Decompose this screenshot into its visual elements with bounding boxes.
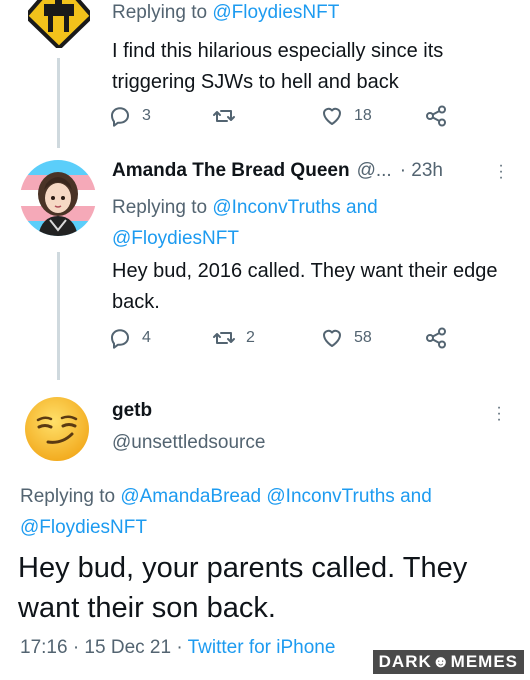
tweet-actions: 3 18 xyxy=(108,104,468,134)
reply-count: 3 xyxy=(142,107,151,124)
mention-link[interactable]: @FloydiesNFT xyxy=(112,228,239,249)
share-icon xyxy=(426,327,446,349)
replying-label: Replying to xyxy=(112,197,213,218)
mention-link[interactable]: @FloydiesNFT xyxy=(20,517,147,538)
user-handle[interactable]: @... xyxy=(357,160,392,182)
share-button[interactable] xyxy=(424,326,458,350)
reply-icon xyxy=(111,329,129,349)
avatar-tweet-2[interactable] xyxy=(20,160,96,236)
smirk-emoji-icon xyxy=(25,397,89,461)
user-handle[interactable]: @unsettledsource xyxy=(112,432,265,454)
tweet-text: Hey bud, 2016 called. They want their ed… xyxy=(112,260,498,313)
replying-conjunction: and xyxy=(394,486,432,507)
replying-label: Replying to xyxy=(112,2,213,23)
tweet-actions: 4 2 58 xyxy=(108,326,468,356)
retweet-button[interactable]: 2 xyxy=(212,326,255,350)
more-icon[interactable]: · · · xyxy=(498,158,504,186)
share-button[interactable] xyxy=(424,104,458,128)
replying-conjunction: and xyxy=(340,197,378,218)
retweet-button[interactable] xyxy=(212,104,246,128)
tweet-time[interactable]: · 23h xyxy=(400,160,443,182)
display-name[interactable]: getb xyxy=(112,400,152,422)
replying-to: Replying to @AmandaBread @InconvTruths a… xyxy=(20,481,500,543)
tweet-text: I find this hilarious especially since i… xyxy=(112,40,444,93)
heart-icon xyxy=(323,329,341,347)
tweet-timestamp[interactable]: 17:16 · 15 Dec 21 · xyxy=(20,637,188,658)
tweet-text: Hey bud, your parents called. They want … xyxy=(18,552,468,624)
display-name[interactable]: Amanda The Bread Queen xyxy=(112,160,350,182)
reply-count: 4 xyxy=(142,329,151,346)
mention-link[interactable]: @AmandaBread xyxy=(120,486,261,507)
tweet-client-link[interactable]: Twitter for iPhone xyxy=(188,637,336,658)
like-count: 58 xyxy=(354,329,372,346)
replying-to: Replying to @InconvTruths and @FloydiesN… xyxy=(112,192,502,254)
heart-icon xyxy=(323,107,341,125)
tweet-meta: 17:16 · 15 Dec 21 · Twitter for iPhone xyxy=(20,637,335,659)
like-button[interactable]: 18 xyxy=(320,104,372,128)
tweet-header: Amanda The Bread Queen @... · 23h xyxy=(112,160,443,182)
retweet-icon xyxy=(213,110,235,122)
avatar-main[interactable] xyxy=(24,396,90,462)
share-icon xyxy=(426,105,446,127)
more-icon[interactable]: · · · xyxy=(496,400,502,428)
mention-link[interactable]: @InconvTruths xyxy=(212,197,340,218)
reply-button[interactable]: 4 xyxy=(108,326,151,350)
warning-sign-avatar-icon xyxy=(23,0,95,51)
retweet-icon xyxy=(213,332,235,344)
replying-to: Replying to @FloydiesNFT xyxy=(112,2,339,24)
like-count: 18 xyxy=(354,107,372,124)
replying-label: Replying to xyxy=(20,486,121,507)
watermark: DARK☻MEMES xyxy=(372,650,524,674)
reply-icon xyxy=(111,107,129,127)
retweet-count: 2 xyxy=(246,329,255,346)
like-button[interactable]: 58 xyxy=(320,326,372,350)
reply-button[interactable]: 3 xyxy=(108,104,151,128)
mention-link[interactable]: @InconvTruths xyxy=(266,486,394,507)
thread-line-2 xyxy=(57,252,60,380)
anime-girl-avatar-icon xyxy=(20,160,96,236)
avatar-tweet-1[interactable] xyxy=(23,0,95,51)
mention-link[interactable]: @FloydiesNFT xyxy=(212,2,339,23)
thread-line-1 xyxy=(57,58,60,148)
